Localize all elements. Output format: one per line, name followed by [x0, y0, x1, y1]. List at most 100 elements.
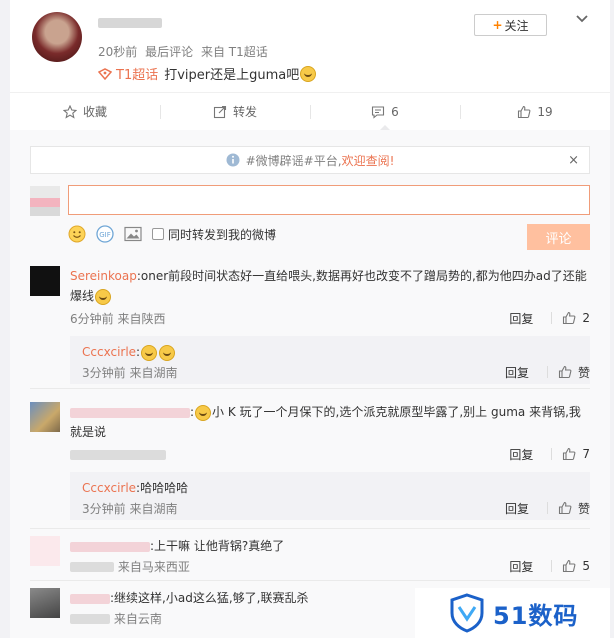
topic-label: T1超话: [116, 68, 159, 83]
sub-comment-like-label: 赞: [577, 501, 590, 516]
reply-button[interactable]: 回复: [505, 500, 529, 517]
comment-like-count: 5: [582, 559, 590, 573]
reply-button[interactable]: 回复: [509, 558, 533, 575]
repost-label: 转发: [232, 105, 257, 119]
watermark-text: 51数码: [493, 601, 579, 630]
thumbs-up-icon: [518, 105, 531, 118]
commenter-avatar[interactable]: [30, 266, 60, 296]
author-name-blurred[interactable]: [98, 18, 162, 28]
checkbox-square[interactable]: [152, 228, 164, 240]
divider: [546, 502, 548, 514]
thumbs-up-icon: [563, 559, 576, 573]
comment-item: :上干嘛 让他背锅?真绝了 来自马来西亚 回复 5: [30, 536, 590, 576]
comment-input[interactable]: [68, 185, 590, 215]
comment-footer: 6分钟前 来自陕西 回复 2: [70, 308, 590, 328]
comment-footer: 回复 7: [70, 444, 590, 464]
divider: [551, 448, 553, 460]
sub-commenter-name[interactable]: Cccxcirle: [82, 345, 136, 359]
like-button[interactable]: 19: [460, 93, 610, 130]
comment-text: :oner前段时间状态好一直给喂头,数据再好也改变不了蹭局势的,都为他四办ad了…: [70, 269, 587, 303]
composer-toolbar: GIF 同时转发到我的微博: [68, 224, 276, 244]
repost-button[interactable]: 转发: [160, 93, 310, 130]
super-topic-icon: [98, 67, 112, 80]
comment-body: Sereinkoap:oner前段时间状态好一直给喂头,数据再好也改变不了蹭局势…: [70, 266, 590, 326]
reply-button[interactable]: 回复: [509, 310, 533, 327]
emoji-picker-icon[interactable]: [68, 225, 86, 243]
follow-label: 关注: [504, 18, 529, 33]
info-icon: [226, 153, 240, 167]
rumor-notice-bar: #微博辟谣#平台, 欢迎查阅! ×: [30, 146, 590, 174]
notice-link[interactable]: 欢迎查阅!: [342, 152, 395, 169]
notice-text[interactable]: #微博辟谣#平台,: [246, 152, 342, 169]
comment-divider: [30, 528, 590, 529]
comment-meta: 6分钟前 来自陕西: [70, 311, 166, 326]
comment-meta-blurred: [70, 449, 166, 460]
commenter-name-blurred[interactable]: [70, 541, 150, 552]
comment-divider: [30, 580, 590, 581]
comment-text-line: Sereinkoap:oner前段时间状态好一直给喂头,数据再好也改变不了蹭局势…: [70, 266, 590, 306]
commenter-name-blurred[interactable]: [70, 407, 190, 418]
comment-like-button[interactable]: 5: [562, 559, 590, 573]
thumbs-up-icon: [563, 447, 576, 461]
comment-meta: 来自马来西亚: [70, 558, 509, 575]
commenter-avatar[interactable]: [30, 402, 60, 432]
comment-text: :上干嘛 让他背锅?真绝了: [150, 539, 285, 553]
image-upload-icon[interactable]: [124, 226, 142, 242]
follow-button[interactable]: + 关注: [474, 14, 547, 36]
author-avatar[interactable]: [32, 12, 82, 62]
sub-commenter-name[interactable]: Cccxcirle: [82, 481, 136, 495]
post-time: 20秒前: [98, 45, 138, 59]
commenter-name[interactable]: Sereinkoap: [70, 269, 137, 283]
comment-meta-blurred: [70, 614, 110, 624]
commenter-avatar[interactable]: [30, 588, 60, 618]
comment-divider: [30, 388, 590, 389]
divider: [546, 366, 548, 378]
comment-text-line: :上干嘛 让他背锅?真绝了: [70, 536, 590, 556]
laugh-cry-emoji: [195, 404, 212, 421]
comment-body: :上干嘛 让他背锅?真绝了 来自马来西亚 回复 5: [70, 536, 590, 574]
comment-body: :小 K 玩了一个月保下的,选个派克就原型毕露了,别上 guma 来背锅,我就是…: [70, 402, 590, 462]
reply-button[interactable]: 回复: [505, 364, 529, 381]
post-action-bar: 收藏 转发 6 19: [10, 92, 610, 130]
sub-comment-like-label: 赞: [577, 365, 590, 380]
comment-like-button[interactable]: 2: [562, 311, 590, 325]
sub-comment-text-line: Cccxcirle:: [82, 342, 176, 362]
comment-tab-button[interactable]: 6: [310, 93, 460, 130]
post-text: 打viper还是上guma吧: [164, 68, 300, 83]
sub-comment: Cccxcirle:哈哈哈哈 3分钟前 来自湖南 回复 赞: [70, 472, 590, 520]
comment-like-count: 7: [582, 447, 590, 461]
sub-comment-meta: 3分钟前 来自湖南: [82, 501, 178, 516]
chevron-down-icon[interactable]: [575, 12, 589, 26]
sub-comment-like-button[interactable]: 赞: [558, 364, 590, 381]
repost-checkbox[interactable]: 同时转发到我的微博: [152, 226, 276, 243]
gif-icon[interactable]: GIF: [96, 225, 114, 243]
comment-meta-blurred: [70, 562, 114, 572]
sub-comment-text-line: Cccxcirle:哈哈哈哈: [82, 478, 188, 498]
submit-comment-button[interactable]: 评论: [527, 224, 590, 250]
thumbs-up-icon: [558, 365, 572, 379]
reply-button[interactable]: 回复: [509, 446, 533, 463]
comment-text-line: :小 K 玩了一个月保下的,选个派克就原型毕露了,别上 guma 来背锅,我就是…: [70, 404, 581, 439]
close-icon[interactable]: ×: [568, 153, 579, 168]
thumbs-up-icon: [558, 501, 572, 515]
commenter-name-blurred[interactable]: [70, 593, 110, 604]
collect-button[interactable]: 收藏: [10, 93, 160, 130]
comment-location: 来自马来西亚: [117, 559, 190, 574]
post-header: 20秒前 最后评论 来自 T1超话 T1超话 打viper还是上guma吧 + …: [10, 0, 610, 92]
commenter-avatar[interactable]: [30, 536, 60, 566]
thumbs-up-icon: [563, 311, 576, 325]
comment-like-button[interactable]: 7: [562, 447, 590, 461]
comment-count: 6: [391, 104, 399, 119]
sub-comment-meta: 3分钟前 来自湖南: [82, 365, 178, 380]
shield-logo-icon: [450, 593, 484, 633]
laugh-cry-emoji: [300, 65, 317, 82]
topic-link[interactable]: T1超话: [98, 64, 158, 83]
comment-like-count: 2: [582, 311, 590, 325]
svg-text:GIF: GIF: [99, 231, 111, 239]
sub-comment-text: :: [136, 345, 141, 359]
repost-icon: [213, 105, 227, 118]
sub-comment-like-button[interactable]: 赞: [558, 500, 590, 517]
comment-meta: [70, 447, 509, 461]
post-source[interactable]: 来自 T1超话: [201, 45, 268, 59]
star-icon: [62, 104, 77, 119]
